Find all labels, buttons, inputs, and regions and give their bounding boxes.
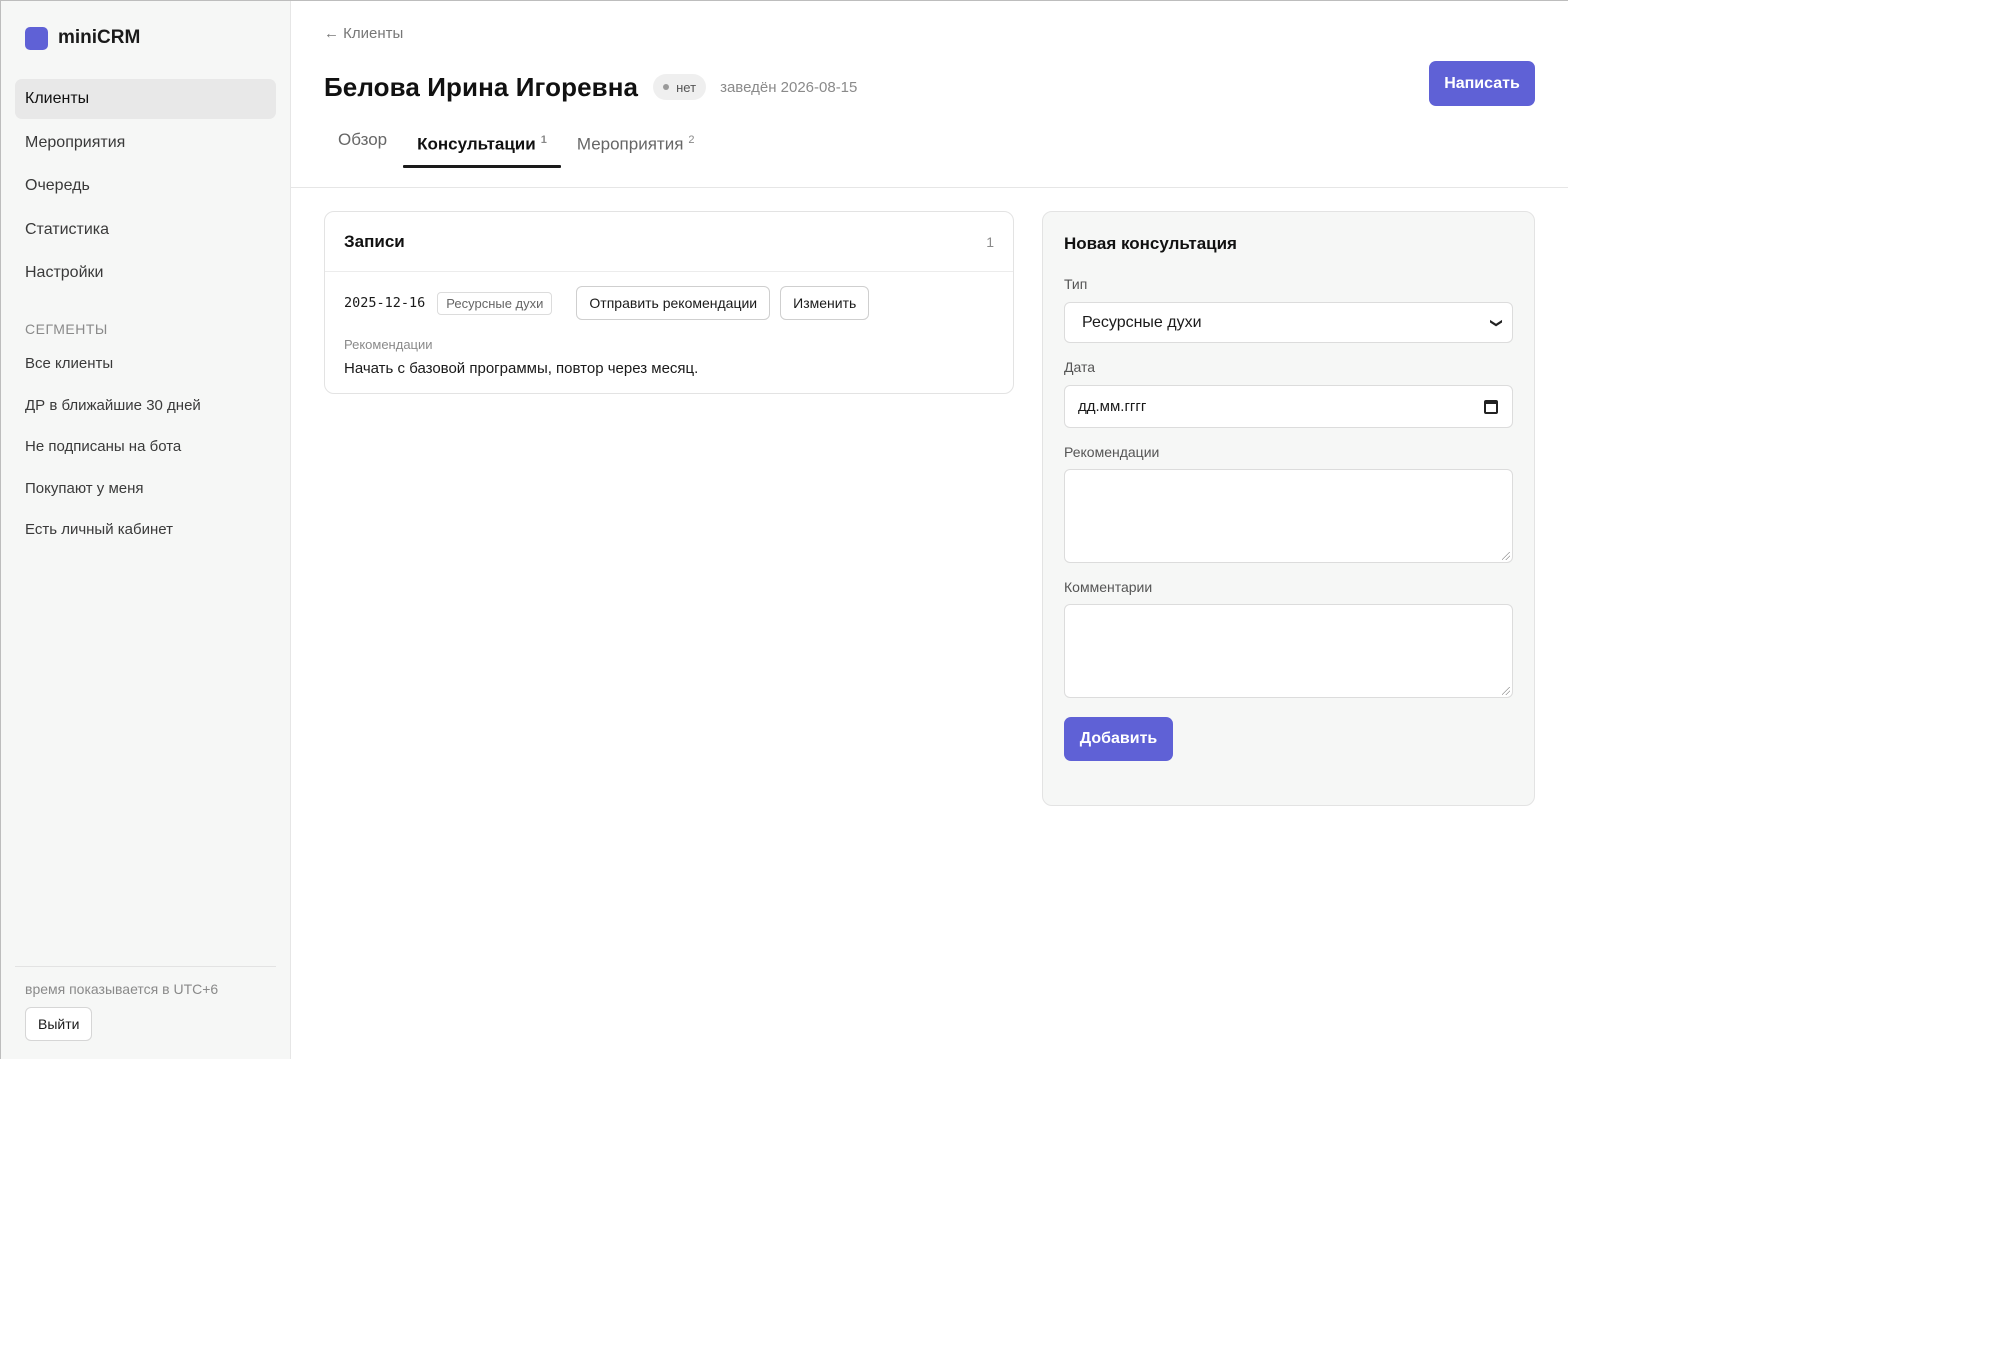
- title-row: Белова Ирина Игоревна нет заведён 2026-0…: [324, 67, 1535, 107]
- logout-button[interactable]: Выйти: [25, 1007, 93, 1041]
- sidebar-item-queue[interactable]: Очередь: [15, 166, 276, 206]
- records-count: 1: [986, 233, 994, 250]
- comments-label: Комментарии: [1064, 579, 1153, 595]
- write-button[interactable]: Написать: [1429, 61, 1535, 106]
- resize-handle-icon[interactable]: [1502, 552, 1510, 560]
- calendar-icon[interactable]: [1484, 399, 1498, 414]
- tab-consultations[interactable]: Консультации 1: [403, 124, 561, 168]
- type-select-value: Ресурсные духи: [1082, 313, 1202, 331]
- segment-buy-from-me[interactable]: Покупают у меня: [15, 468, 276, 510]
- date-label: Дата: [1064, 359, 1096, 375]
- recommendations-label: Рекомендации: [344, 337, 433, 352]
- tab-label: Консультации: [417, 134, 536, 154]
- segment-birthdays-30-days[interactable]: ДР в ближайшие 30 дней: [15, 385, 276, 427]
- recommendations-textarea[interactable]: [1064, 469, 1513, 563]
- date-input[interactable]: дд.мм.гггг: [1064, 385, 1513, 428]
- sidebar-footer: время показывается в UTC+6 Выйти: [15, 966, 276, 1059]
- send-recommendations-button[interactable]: Отправить рекомендации: [576, 286, 771, 320]
- new-consultation-form: Новая консультация Тип Ресурсные духи ❯ …: [1042, 211, 1535, 806]
- tab-overview[interactable]: Обзор: [324, 124, 401, 168]
- date-placeholder: дд.мм.гггг: [1078, 398, 1147, 415]
- records-header: Записи 1: [325, 212, 1013, 272]
- logo-icon: [25, 26, 48, 50]
- tab-events[interactable]: Мероприятия 2: [563, 124, 709, 168]
- status-badge: нет: [653, 74, 707, 100]
- brand[interactable]: miniCRM: [15, 1, 276, 75]
- add-button[interactable]: Добавить: [1064, 717, 1173, 761]
- segments-list: Все клиенты ДР в ближайшие 30 дней Не по…: [15, 343, 276, 551]
- type-label: Тип: [1064, 276, 1088, 292]
- recommendations-field-label: Рекомендации: [1064, 444, 1160, 460]
- breadcrumb-back-clients[interactable]: ← Клиенты: [324, 25, 403, 42]
- client-header: ← Клиенты Белова Ирина Игоревна нет заве…: [291, 1, 1568, 188]
- sidebar: miniCRM Клиенты Мероприятия Очередь Стат…: [1, 1, 291, 1059]
- timezone-note: время показывается в UTC+6: [25, 981, 219, 997]
- record-type-badge: Ресурсные духи: [437, 291, 553, 315]
- resize-handle-icon[interactable]: [1502, 687, 1510, 695]
- page-title: Белова Ирина Игоревна: [324, 71, 639, 102]
- status-badge-label: нет: [676, 79, 697, 95]
- sidebar-item-clients[interactable]: Клиенты: [15, 79, 276, 119]
- sidebar-item-statistics[interactable]: Статистика: [15, 210, 276, 250]
- created-date: заведён 2026-08-15: [720, 78, 858, 96]
- segment-has-account[interactable]: Есть личный кабинет: [15, 509, 276, 551]
- list-item: 2025-12-16 Ресурсные духи Отправить реко…: [325, 272, 1013, 377]
- record-date: 2025-12-16: [344, 295, 426, 311]
- main-nav: Клиенты Мероприятия Очередь Статистика Н…: [15, 79, 276, 293]
- edit-button[interactable]: Изменить: [780, 286, 870, 320]
- sidebar-item-events[interactable]: Мероприятия: [15, 123, 276, 163]
- tab-count: 2: [688, 134, 695, 146]
- records-title: Записи: [344, 231, 405, 251]
- status-dot-icon: [663, 84, 670, 90]
- brand-name: miniCRM: [58, 27, 141, 48]
- segments-heading: СЕГМЕНТЫ: [25, 321, 108, 337]
- segment-all-clients[interactable]: Все клиенты: [15, 343, 276, 385]
- tab-label: Мероприятия: [576, 134, 684, 154]
- record-top-row: 2025-12-16 Ресурсные духи Отправить реко…: [344, 286, 994, 320]
- records-card: Записи 1 2025-12-16 Ресурсные духи Отпра…: [324, 211, 1014, 394]
- recommendations-text: Начать с базовой программы, повтор через…: [344, 360, 699, 377]
- main-content: ← Клиенты Белова Ирина Игоревна нет заве…: [291, 1, 1568, 1059]
- segment-not-subscribed-bot[interactable]: Не подписаны на бота: [15, 426, 276, 468]
- tab-count: 1: [540, 134, 547, 146]
- tabs: Обзор Консультации 1 Мероприятия 2: [324, 124, 711, 168]
- new-consultation-title: Новая консультация: [1064, 234, 1237, 253]
- chevron-down-icon: ❯: [1489, 317, 1504, 328]
- comments-textarea[interactable]: [1064, 604, 1513, 698]
- sidebar-item-settings[interactable]: Настройки: [15, 253, 276, 293]
- tab-label: Обзор: [338, 130, 388, 149]
- type-select[interactable]: Ресурсные духи ❯: [1064, 302, 1513, 343]
